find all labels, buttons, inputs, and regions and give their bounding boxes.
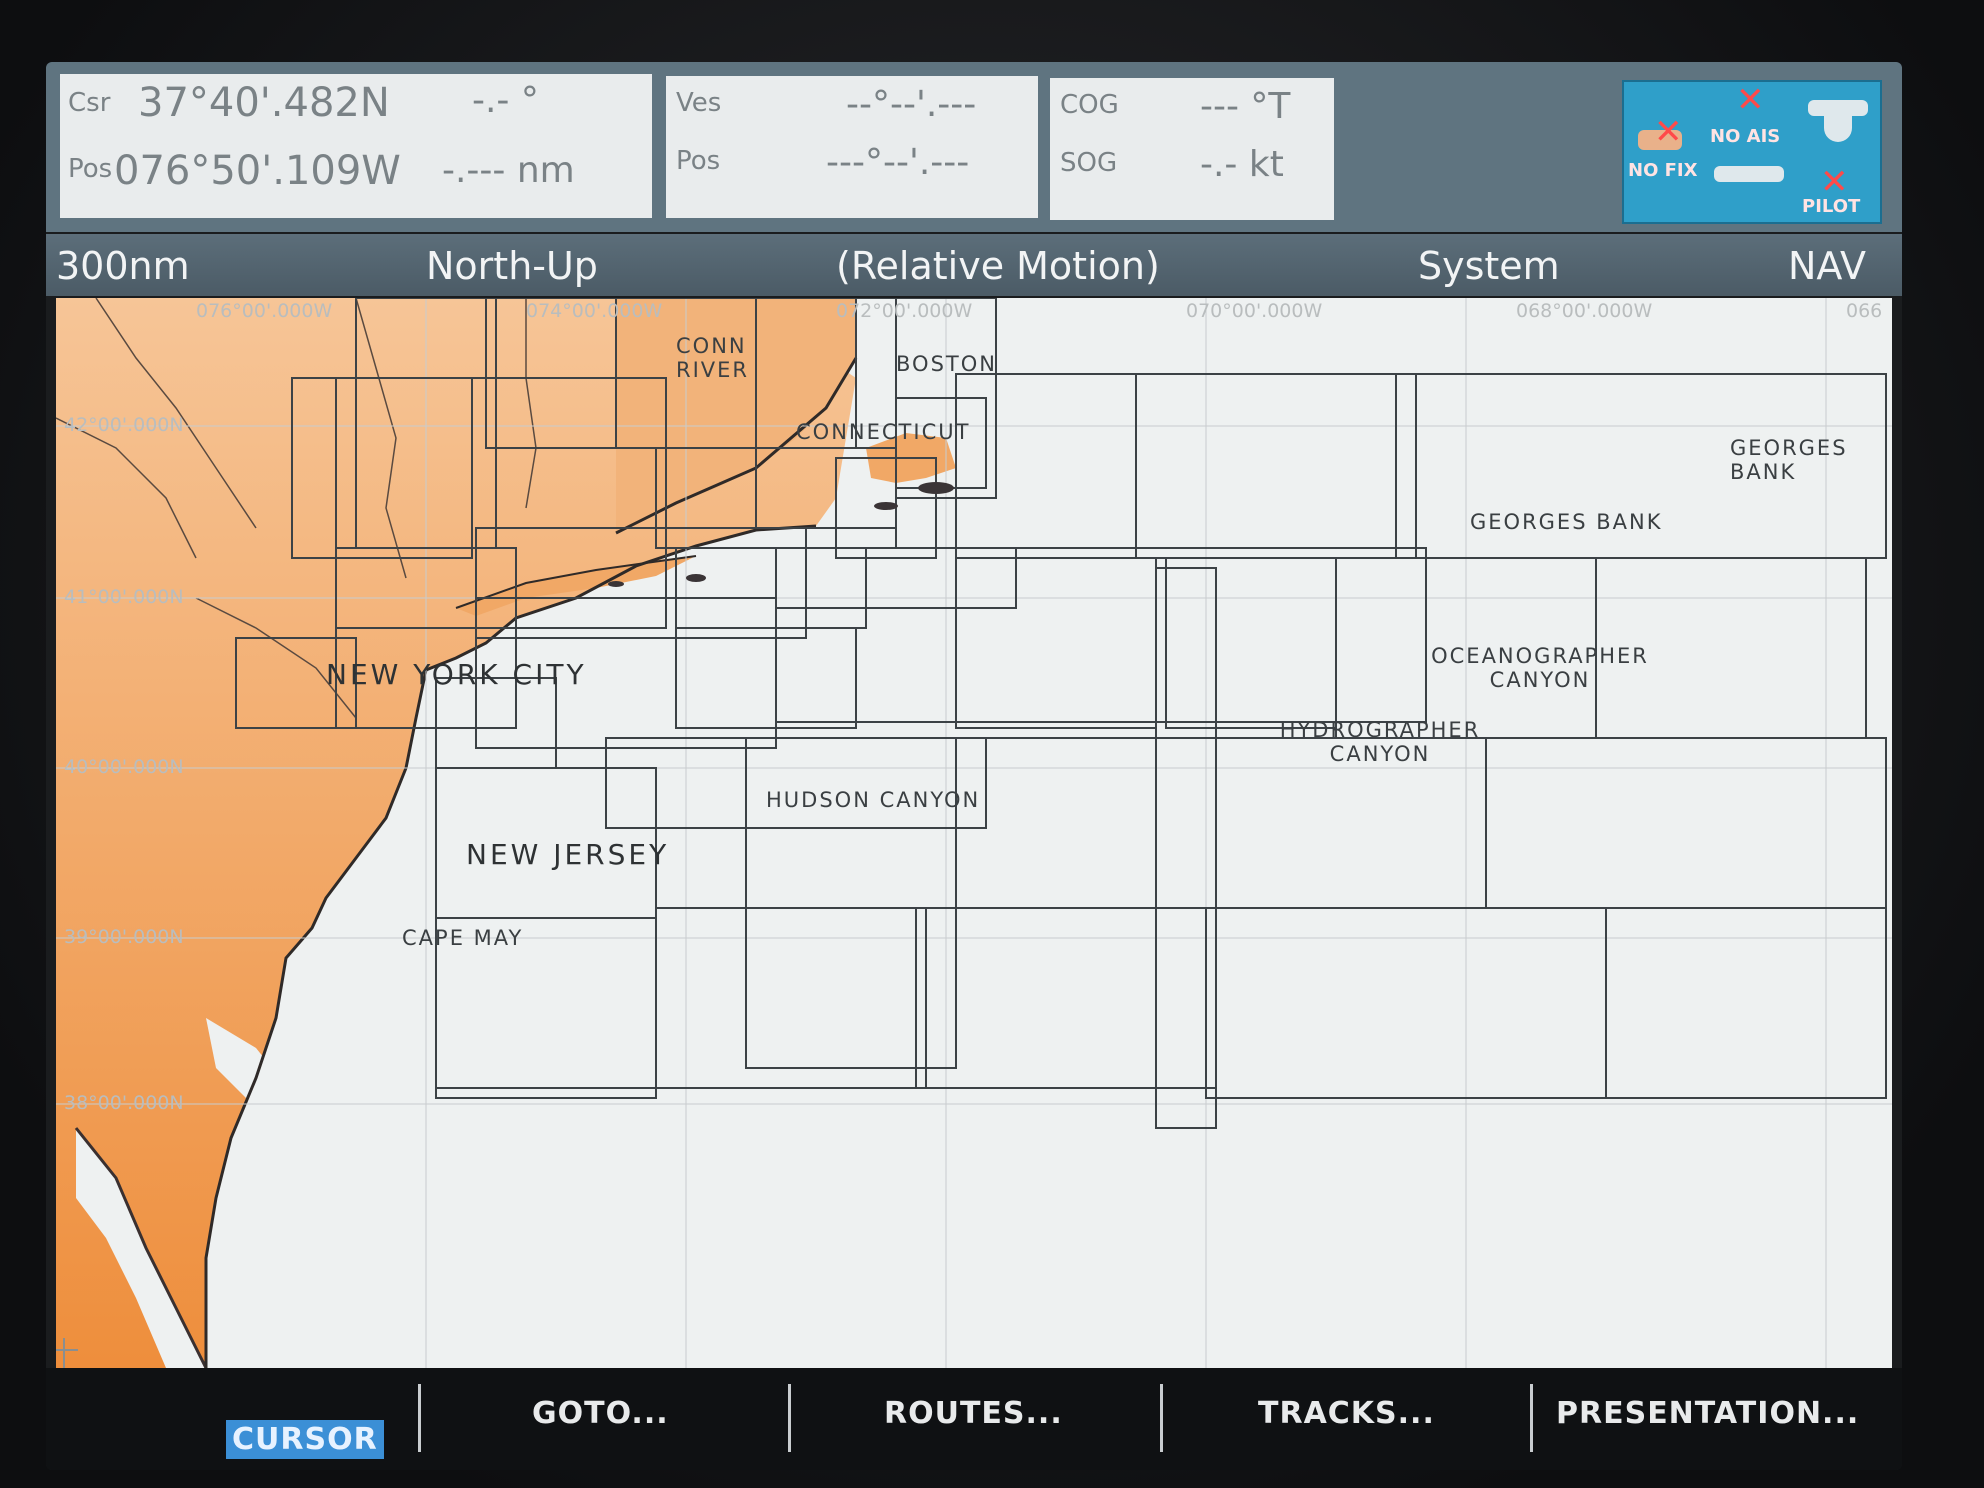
grid-label-072w: 072°00'.000W: [836, 300, 973, 322]
label-new-york: NEW YORK CITY: [326, 658, 587, 691]
cursor-latitude: 37°40'.482N: [138, 80, 390, 126]
sog-value: -.- kt: [1200, 144, 1284, 185]
label-hydrographer-canyon: HYDROGRAPHER CANYON: [1279, 718, 1481, 766]
softkey-bar: CURSOR GOTO... ROUTES... TRACKS... PRESE…: [46, 1368, 1902, 1470]
status-strip: 300nm North-Up (Relative Motion) System …: [46, 234, 1902, 296]
system-label: System: [1418, 244, 1560, 288]
label-conn-river: CONN RIVER: [676, 334, 750, 382]
chart-svg: [56, 298, 1892, 1368]
softkey-divider: [788, 1384, 791, 1452]
grid-label-38n: 38°00'.000N: [64, 1092, 184, 1114]
grid-label-42n: 42°00'.000N: [64, 414, 184, 436]
csr-label: Csr: [68, 88, 111, 118]
cog-value: --- °T: [1200, 86, 1291, 127]
label-georges-bank-1: GEORGES BANK: [1730, 436, 1848, 484]
vessel-latitude: --°--'.---: [846, 84, 977, 125]
vessel-position-box: Ves --°--'.--- Pos ---°--'.---: [666, 76, 1038, 218]
ves-label: Ves: [676, 88, 722, 118]
cursor-position-box: Csr 37°40'.482N -.- ° Pos 076°50'.109W -…: [60, 74, 652, 218]
label-connecticut: CONNECTICUT: [796, 420, 971, 444]
softkey-divider: [418, 1384, 421, 1452]
radar-base-icon: [1824, 116, 1852, 142]
label-boston: BOSTON: [896, 352, 997, 376]
grid-label-076w: 076°00'.000W: [196, 300, 333, 322]
softkey-divider: [1530, 1384, 1533, 1452]
label-oceanographer-canyon: OCEANOGRAPHER CANYON: [1431, 644, 1649, 692]
cursor-longitude: 076°50'.109W: [114, 148, 401, 194]
presentation-softkey[interactable]: PRESENTATION...: [1556, 1396, 1859, 1431]
tracks-softkey[interactable]: TRACKS...: [1258, 1396, 1435, 1431]
orientation-mode[interactable]: North-Up: [426, 244, 598, 288]
softkey-divider: [1160, 1384, 1163, 1452]
boat-icon: [1714, 166, 1784, 182]
grid-label-066w: 066: [1846, 300, 1883, 322]
label-cape-may: CAPE MAY: [402, 926, 524, 950]
course-speed-box: COG --- °T SOG -.- kt: [1050, 78, 1334, 220]
motion-mode[interactable]: (Relative Motion): [836, 244, 1160, 288]
nautical-chart[interactable]: 076°00'.000W 074°00'.000W 072°00'.000W 0…: [56, 298, 1892, 1368]
cursor-bearing: -.- °: [472, 80, 539, 121]
routes-softkey[interactable]: ROUTES...: [884, 1396, 1063, 1431]
gps-fail-icon: ✕: [1654, 112, 1683, 152]
grid-label-41n: 41°00'.000N: [64, 586, 184, 608]
pilot-label: PILOT: [1802, 196, 1861, 217]
ves-pos-label: Pos: [676, 146, 721, 176]
no-fix-label: NO FIX: [1628, 160, 1698, 181]
grid-label-070w: 070°00'.000W: [1186, 300, 1323, 322]
grid-label-40n: 40°00'.000N: [64, 756, 184, 778]
chart-range[interactable]: 300nm: [56, 244, 190, 288]
chartplotter-screen: Csr 37°40'.482N -.- ° Pos 076°50'.109W -…: [46, 62, 1902, 1470]
no-ais-label: NO AIS: [1710, 126, 1781, 147]
ais-fail-icon: ✕: [1736, 80, 1765, 120]
status-panel: ✕ NO FIX ✕ NO AIS ✕ PILOT: [1622, 80, 1882, 224]
label-georges-bank-2: GEORGES BANK: [1470, 510, 1663, 534]
label-new-jersey: NEW JERSEY: [466, 838, 670, 871]
sog-label: SOG: [1060, 148, 1118, 178]
radar-icon: [1808, 100, 1868, 116]
grid-label-39n: 39°00'.000N: [64, 926, 184, 948]
cursor-softkey[interactable]: CURSOR: [226, 1420, 384, 1459]
label-hudson-canyon: HUDSON CANYON: [766, 788, 981, 812]
data-bar: Csr 37°40'.482N -.- ° Pos 076°50'.109W -…: [46, 62, 1902, 232]
cursor-range: -.--- nm: [442, 150, 575, 191]
nav-mode: NAV: [1788, 244, 1866, 288]
vessel-longitude: ---°--'.---: [826, 142, 970, 183]
goto-softkey[interactable]: GOTO...: [532, 1396, 669, 1431]
cog-label: COG: [1060, 90, 1119, 120]
grid-label-068w: 068°00'.000W: [1516, 300, 1653, 322]
pos-label: Pos: [68, 154, 113, 184]
grid-label-074w: 074°00'.000W: [526, 300, 663, 322]
